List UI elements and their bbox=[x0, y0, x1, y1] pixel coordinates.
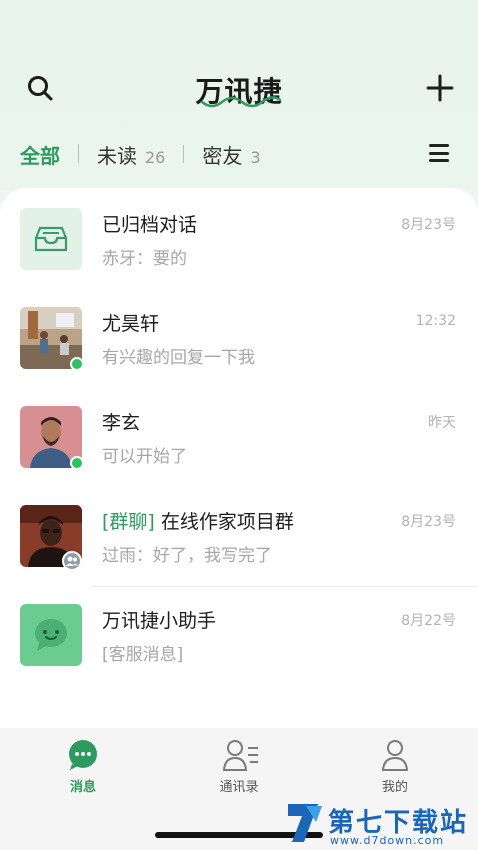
conversation-time: 8月22号 bbox=[401, 613, 456, 629]
tab-close-friends-label: 密友 bbox=[202, 143, 243, 168]
tab-close-friends[interactable]: 密友 3 bbox=[202, 140, 260, 169]
archive-avatar bbox=[20, 208, 82, 270]
online-status-dot bbox=[70, 456, 84, 470]
tab-unread[interactable]: 未读 26 bbox=[97, 140, 165, 169]
conversation-row-assistant[interactable]: 万讯捷小助手 [客服消息] 8月22号 bbox=[0, 584, 478, 684]
plus-icon bbox=[426, 74, 454, 102]
title-underline-wave bbox=[200, 96, 282, 108]
nav-profile[interactable]: 我的 bbox=[350, 738, 440, 795]
watermark-url: www.d7down.com bbox=[330, 834, 445, 847]
contacts-icon bbox=[222, 738, 258, 772]
conversation-name: 在线作家项目群 bbox=[160, 511, 294, 533]
tab-close-friends-count: 3 bbox=[250, 147, 261, 167]
conversation-preview: 赤牙：要的 bbox=[102, 249, 187, 269]
site-watermark: 第七下载站 www.d7down.com bbox=[282, 800, 472, 848]
conversation-preview: 过雨：好了，我写完了 bbox=[102, 546, 272, 566]
nav-profile-label: 我的 bbox=[381, 780, 408, 795]
archive-box-icon bbox=[34, 226, 68, 252]
chat-bubble-face-icon bbox=[35, 619, 67, 651]
nav-messages-label: 消息 bbox=[69, 780, 96, 795]
conversation-name-line: [群聊] 在线作家项目群 bbox=[102, 507, 294, 534]
menu-icon bbox=[429, 144, 449, 147]
user-icon bbox=[378, 738, 412, 772]
tab-all-label: 全部 bbox=[20, 143, 60, 168]
assistant-avatar bbox=[20, 604, 82, 666]
group-chat-tag: [群聊] bbox=[102, 511, 155, 533]
add-button[interactable] bbox=[424, 72, 456, 104]
filter-tabs: 全部 未读 26 密友 3 bbox=[20, 140, 261, 168]
conversation-list: 已归档对话 赤牙：要的 8月23号 尤昊轩 有兴趣的回复一下我 12:32 李玄… bbox=[0, 188, 478, 728]
tab-unread-label: 未读 bbox=[97, 143, 137, 168]
conversation-row[interactable]: 李玄 可以开始了 昨天 bbox=[0, 386, 478, 486]
tab-unread-count: 26 bbox=[145, 147, 166, 167]
conversation-time: 12:32 bbox=[415, 313, 456, 329]
conversation-name: 尤昊轩 bbox=[102, 313, 160, 335]
nav-messages[interactable]: 消息 bbox=[38, 738, 128, 795]
conversation-row[interactable]: 尤昊轩 有兴趣的回复一下我 12:32 bbox=[0, 287, 478, 387]
conversation-time: 昨天 bbox=[428, 415, 456, 431]
conversation-name: 李玄 bbox=[102, 412, 141, 434]
online-status-dot bbox=[70, 357, 84, 371]
conversation-name: 万讯捷小助手 bbox=[102, 610, 217, 632]
conversation-time: 8月23号 bbox=[401, 217, 456, 233]
conversation-preview: [客服消息] bbox=[102, 645, 184, 665]
menu-icon bbox=[429, 159, 449, 162]
conversation-time: 8月23号 bbox=[401, 514, 456, 530]
watermark-logo bbox=[288, 804, 322, 842]
conversation-preview: 可以开始了 bbox=[102, 447, 187, 467]
tab-divider bbox=[78, 145, 79, 163]
conversation-row-archived[interactable]: 已归档对话 赤牙：要的 8月23号 bbox=[0, 188, 478, 288]
nav-contacts-label: 通讯录 bbox=[219, 780, 259, 795]
tab-divider bbox=[183, 145, 185, 163]
conversation-preview: 有兴趣的回复一下我 bbox=[102, 348, 255, 368]
group-badge bbox=[62, 551, 82, 571]
menu-icon bbox=[429, 151, 449, 155]
tab-all[interactable]: 全部 bbox=[20, 140, 60, 169]
conversation-name: 已归档对话 bbox=[102, 214, 198, 236]
nav-contacts[interactable]: 通讯录 bbox=[194, 738, 284, 795]
conversation-row-group[interactable]: [群聊] 在线作家项目群 过雨：好了，我写完了 8月23号 bbox=[0, 485, 478, 585]
chat-bubble-icon bbox=[66, 738, 100, 772]
group-people-icon bbox=[66, 556, 78, 566]
menu-button[interactable] bbox=[426, 140, 452, 166]
